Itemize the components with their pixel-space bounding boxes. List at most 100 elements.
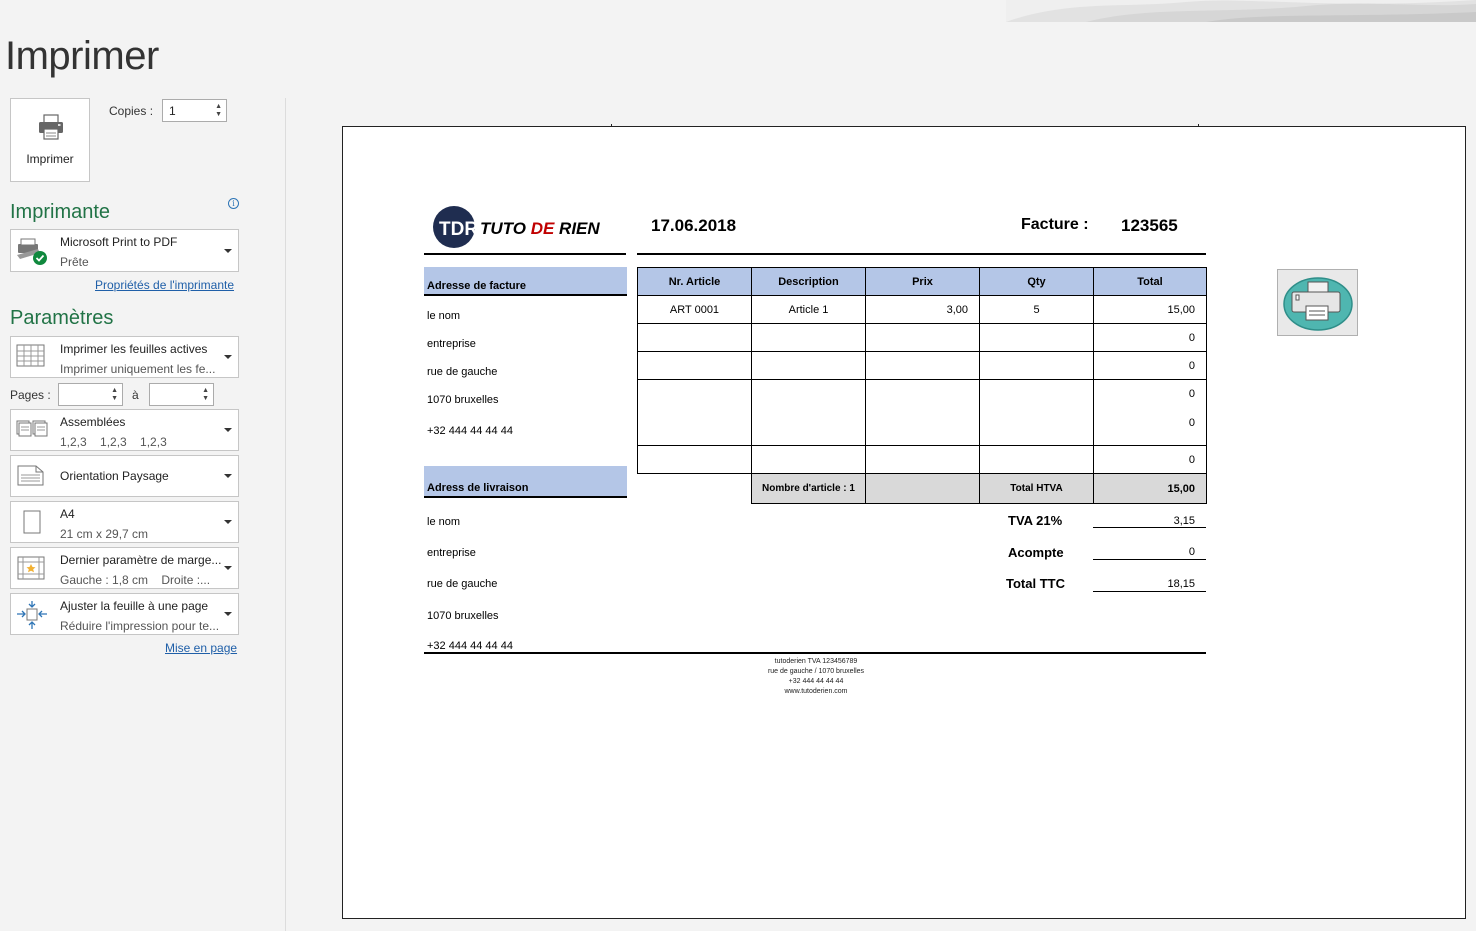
printer-dropdown[interactable]: Microsoft Print to PDF Prête bbox=[10, 229, 239, 272]
margins-label: Dernier paramètre de marge... bbox=[60, 553, 222, 567]
print-button[interactable]: Imprimer bbox=[10, 98, 90, 182]
cell-article: ART 0001 bbox=[637, 295, 752, 324]
header-rule bbox=[424, 253, 626, 255]
printer-name: Microsoft Print to PDF bbox=[60, 235, 178, 249]
stepper-down-icon[interactable]: ▼ bbox=[111, 395, 118, 402]
page-setup-link[interactable]: Mise en page bbox=[165, 641, 237, 655]
stepper-down-icon[interactable]: ▼ bbox=[202, 395, 209, 402]
footer-line: rue de gauche / 1070 bruxelles bbox=[767, 668, 865, 675]
cell-empty bbox=[979, 379, 1094, 446]
billing-line: rue de gauche bbox=[427, 366, 498, 378]
chevron-down-icon bbox=[224, 612, 232, 616]
cell-description: Article 1 bbox=[751, 295, 866, 324]
footer-line: tutoderien TVA 123456789 bbox=[774, 658, 858, 665]
orientation-dropdown[interactable]: Orientation Paysage bbox=[10, 455, 239, 497]
tuto-de-rien-logo: TDR TUTO DE RIEN bbox=[432, 205, 612, 254]
tva-label: TVA 21% bbox=[1008, 513, 1063, 528]
print-button-label: Imprimer bbox=[26, 152, 74, 166]
cell-empty bbox=[865, 445, 980, 474]
backstage-decoration bbox=[1006, 0, 1476, 22]
cell-empty bbox=[751, 379, 866, 446]
table-row: 0 bbox=[637, 445, 1207, 474]
stepper-up-icon[interactable]: ▲ bbox=[202, 387, 209, 394]
copies-label: Copies : bbox=[109, 104, 154, 118]
cell-price: 3,00 bbox=[865, 295, 980, 324]
acompte-rule bbox=[1093, 559, 1206, 560]
cell-empty bbox=[751, 445, 866, 474]
table-row: ART 0001 Article 1 3,00 5 15,00 bbox=[637, 295, 1207, 324]
stepper-up-icon[interactable]: ▲ bbox=[215, 103, 222, 110]
cell-empty bbox=[979, 445, 1094, 474]
margins-detail: Gauche : 1,8 cm Droite :... bbox=[60, 573, 211, 587]
cell-total: 0 bbox=[1093, 445, 1207, 474]
billing-line: le nom bbox=[427, 310, 461, 322]
invoice-date: 17.06.2018 bbox=[651, 216, 737, 235]
cell-empty bbox=[865, 379, 980, 446]
print-what-label: Imprimer les feuilles actives bbox=[60, 342, 208, 356]
margins-icon bbox=[16, 554, 48, 584]
chevron-down-icon bbox=[224, 428, 232, 432]
cell-empty bbox=[637, 323, 752, 352]
delivery-line: le nom bbox=[427, 516, 461, 528]
acompte-label: Acompte bbox=[1008, 545, 1064, 560]
margins-dropdown[interactable]: Dernier paramètre de marge... Gauche : 1… bbox=[10, 547, 239, 589]
chevron-down-icon bbox=[224, 355, 232, 359]
svg-text:TUTO DE RIEN: TUTO DE RIEN bbox=[480, 219, 600, 238]
acompte-value: 0 bbox=[1188, 546, 1195, 558]
printer-status: Prête bbox=[60, 255, 89, 269]
printer-properties-link[interactable]: Propriétés de l'imprimante bbox=[95, 278, 234, 292]
printer-section-title: Imprimante bbox=[10, 201, 111, 223]
delivery-line: +32 444 44 44 44 bbox=[427, 640, 513, 652]
cell-total: 0 bbox=[1093, 323, 1207, 352]
sheets-icon bbox=[16, 343, 48, 373]
cell-qty: 5 bbox=[979, 295, 1094, 324]
paper-icon bbox=[16, 508, 48, 538]
billing-line: entreprise bbox=[427, 338, 476, 350]
info-icon[interactable]: i bbox=[228, 198, 239, 209]
pdf-printer-icon bbox=[16, 236, 48, 266]
cell-total: 0 bbox=[1093, 351, 1207, 380]
cell-empty bbox=[865, 351, 980, 380]
cell-empty bbox=[865, 323, 980, 352]
paper-size-dropdown[interactable]: A4 21 cm x 29,7 cm bbox=[10, 501, 239, 543]
column-header: Total bbox=[1093, 267, 1207, 296]
cell-empty bbox=[637, 351, 752, 380]
scaling-detail: Réduire l'impression pour te... bbox=[60, 619, 220, 633]
logo-text-rien: RIEN bbox=[554, 219, 600, 238]
column-header: Qty bbox=[979, 267, 1094, 296]
pages-from-input[interactable]: ▲ ▼ bbox=[58, 383, 123, 406]
stepper-down-icon[interactable]: ▼ bbox=[215, 111, 222, 118]
table-row: 0 bbox=[637, 351, 1207, 380]
orientation-icon bbox=[16, 462, 48, 492]
total-htva-label: Total HTVA bbox=[979, 473, 1094, 504]
invoice-label: Facture : bbox=[1021, 216, 1089, 233]
billing-line: 1070 bruxelles bbox=[427, 394, 499, 406]
pages-to-input[interactable]: ▲ ▼ bbox=[149, 383, 214, 406]
page-title: Imprimer bbox=[5, 34, 159, 78]
billing-line: +32 444 44 44 44 bbox=[427, 425, 513, 437]
scaling-label: Ajuster la feuille à une page bbox=[60, 599, 209, 613]
print-macro-button-icon bbox=[1283, 277, 1353, 331]
column-header: Description bbox=[751, 267, 866, 296]
invoice-number: 123565 bbox=[1121, 216, 1178, 235]
collate-dropdown[interactable]: Assemblées 1,2,3 1,2,3 1,2,3 bbox=[10, 409, 239, 451]
delivery-address-header: Adress de livraison bbox=[424, 466, 627, 498]
logo-text-de: DE bbox=[531, 219, 555, 238]
print-macro-button[interactable] bbox=[1277, 269, 1358, 336]
delivery-line: rue de gauche bbox=[427, 578, 498, 590]
cell-total: 0 bbox=[1188, 417, 1195, 429]
page-tick bbox=[611, 124, 612, 127]
copies-stepper[interactable]: 1 ▲ ▼ bbox=[162, 99, 227, 122]
ttc-rule bbox=[1093, 591, 1206, 592]
scaling-dropdown[interactable]: Ajuster la feuille à une page Réduire l'… bbox=[10, 593, 239, 635]
pages-label: Pages : bbox=[10, 388, 51, 402]
ttc-value: 18,15 bbox=[1167, 578, 1195, 590]
chevron-down-icon bbox=[224, 566, 232, 570]
footer-rule bbox=[424, 652, 1206, 654]
chevron-down-icon bbox=[224, 248, 232, 253]
column-header: Prix bbox=[865, 267, 980, 296]
stepper-up-icon[interactable]: ▲ bbox=[111, 387, 118, 394]
print-what-dropdown[interactable]: Imprimer les feuilles actives Imprimer u… bbox=[10, 336, 239, 378]
invoice-footer: tutoderien TVA 123456789 rue de gauche /… bbox=[700, 657, 932, 697]
paper-size-label: A4 bbox=[60, 507, 75, 521]
